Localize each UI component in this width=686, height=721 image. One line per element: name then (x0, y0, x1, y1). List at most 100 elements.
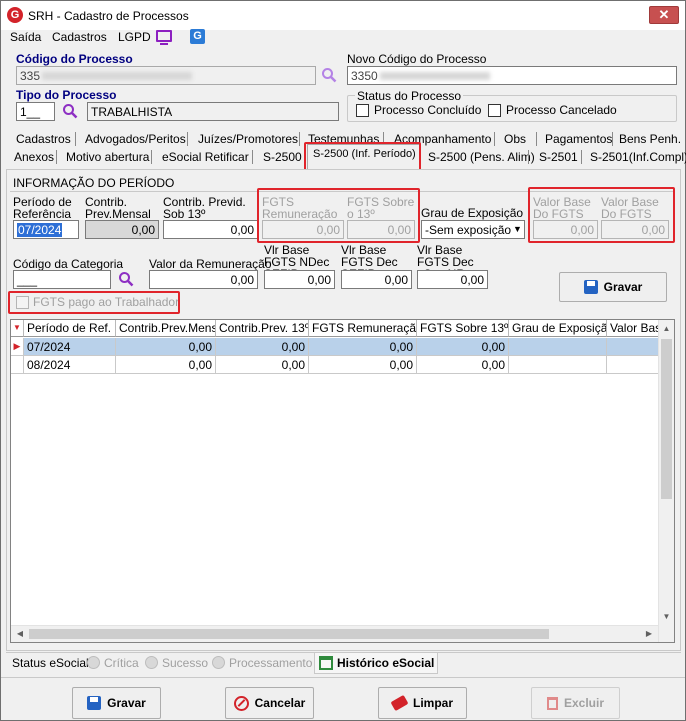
table-cell[interactable]: 0,00 (309, 356, 417, 374)
tab-obs[interactable]: Obs (504, 131, 526, 148)
h-scroll-thumb[interactable] (29, 629, 549, 639)
table-cell[interactable]: 0,00 (216, 356, 309, 374)
historico-esocial-button[interactable]: Histórico eSocial (314, 652, 438, 674)
tab-separator (581, 150, 582, 164)
periodo-grid[interactable]: ▼ Período de Ref. Contrib.Prev.Mensal Co… (10, 319, 675, 643)
table-cell[interactable]: 0,00 (116, 356, 216, 374)
table-cell[interactable]: 0,00 (417, 356, 509, 374)
save-icon (87, 696, 102, 710)
scroll-right-icon[interactable]: ▶ (642, 626, 656, 642)
save-icon (583, 280, 598, 294)
contrib-13-field[interactable]: 0,00 (163, 220, 258, 239)
trash-icon (546, 696, 558, 710)
highlight-tab (304, 142, 421, 171)
sucesso-radio (145, 656, 158, 669)
tab-s2501[interactable]: S-2501 (539, 149, 578, 166)
tab-juizes[interactable]: Juízes/Promotores (198, 131, 298, 148)
tab-cadastros[interactable]: Cadastros (16, 131, 71, 148)
grid-col-contrib-mensal[interactable]: Contrib.Prev.Mensal (116, 320, 216, 337)
gravar-periodo-button[interactable]: Gravar (559, 272, 667, 302)
tab-s2500[interactable]: S-2500 (263, 149, 302, 166)
vb-dec-field[interactable]: 0,00 (341, 270, 412, 289)
status-group-title: Status do Processo (355, 89, 464, 103)
table-cell[interactable] (509, 356, 607, 374)
highlight-fgts (257, 188, 420, 243)
vb-esoc-field[interactable]: 0,00 (417, 270, 488, 289)
table-cell[interactable] (607, 338, 659, 356)
tab-esocial-retificar[interactable]: eSocial Retificar (162, 149, 249, 166)
horizontal-scrollbar[interactable]: ◀ ▶ (11, 625, 658, 642)
table-cell[interactable]: 0,00 (417, 338, 509, 356)
vb-ndec-field[interactable]: 0,00 (264, 270, 335, 289)
section-title: INFORMAÇÃO DO PERÍODO (13, 176, 175, 190)
table-cell[interactable]: 0,00 (216, 338, 309, 356)
cat-search-icon[interactable] (118, 271, 134, 287)
novo-codigo-field[interactable]: 3350 (347, 66, 677, 85)
table-cell[interactable] (607, 356, 659, 374)
grid-col-valor-base[interactable]: Valor Base (607, 320, 659, 337)
processo-concluido-label: Processo Concluído (374, 103, 482, 117)
tipo-search-icon[interactable] (62, 103, 78, 119)
tipo-processo-desc: TRABALHISTA (87, 102, 339, 121)
tab-anexos[interactable]: Anexos (14, 149, 54, 166)
menu-item-saida[interactable]: Saída (10, 30, 41, 44)
monitor-icon[interactable] (156, 30, 172, 42)
codigo-processo-field[interactable]: 335 (16, 66, 316, 85)
close-button[interactable]: ✕ (649, 6, 679, 24)
tab-bens-penh[interactable]: Bens Penh. (619, 131, 681, 148)
grid-indicator-header: ▼ (11, 320, 24, 337)
cancel-icon (233, 695, 249, 711)
highlight-fgts-pago (8, 291, 180, 314)
tab-s2500-pens-alim[interactable]: S-2500 (Pens. Alim) (428, 149, 535, 166)
valor-rem-label: Valor da Remuneração (149, 257, 272, 271)
tab-advogados[interactable]: Advogados/Peritos (85, 131, 186, 148)
tipo-processo-label: Tipo do Processo (16, 88, 117, 102)
grid-col-fgts-13[interactable]: FGTS Sobre 13º (417, 320, 509, 337)
table-cell[interactable]: 08/2024 (24, 356, 116, 374)
table-cell[interactable] (509, 338, 607, 356)
contrib-mensal-field[interactable]: 0,00 (85, 220, 159, 239)
tipo-processo-code[interactable]: 1__ (16, 102, 55, 121)
processo-cancelado-checkbox[interactable] (488, 104, 501, 117)
grid-col-fgts-rem[interactable]: FGTS Remuneração (309, 320, 417, 337)
valor-rem-field[interactable]: 0,00 (149, 270, 258, 289)
menu-item-lgpd[interactable]: LGPD (118, 30, 151, 44)
clear-button[interactable]: Limpar (378, 687, 467, 719)
window-title: SRH - Cadastro de Processos (28, 9, 189, 23)
eraser-icon (390, 694, 409, 712)
codigo-processo-label: Código do Processo (16, 52, 133, 66)
grid-col-contrib-13[interactable]: Contrib.Prev. 13º (216, 320, 309, 337)
save-button[interactable]: Gravar (72, 687, 161, 719)
title-bar: G SRH - Cadastro de Processos ✕ (1, 1, 685, 30)
scroll-down-icon[interactable]: ▼ (659, 608, 674, 625)
g-brand-icon[interactable]: G (190, 29, 205, 44)
search-icon[interactable] (321, 67, 337, 83)
tab-pagamentos[interactable]: Pagamentos (545, 131, 612, 148)
tab-s2501-inf-compl[interactable]: S-2501(Inf.Compl) (590, 149, 686, 166)
processo-cancelado-label: Processo Cancelado (506, 103, 617, 117)
history-icon (319, 656, 333, 670)
scroll-left-icon[interactable]: ◀ (13, 626, 27, 642)
cancel-button[interactable]: Cancelar (225, 687, 314, 719)
delete-button: Excluir (531, 687, 620, 719)
table-cell[interactable]: 0,00 (309, 338, 417, 356)
periodo-ref-field[interactable]: 07/2024 (13, 220, 79, 239)
main-window: G SRH - Cadastro de Processos ✕ Saída Ca… (0, 0, 686, 721)
cat-field[interactable]: ___ (13, 270, 111, 289)
chevron-down-icon[interactable]: ▼ (511, 221, 524, 238)
tab-separator (612, 132, 613, 146)
grid-col-periodo[interactable]: Período de Ref. (24, 320, 116, 337)
vertical-scrollbar[interactable]: ▲ ▼ (658, 320, 674, 642)
grau-select[interactable]: -Sem exposição a (421, 220, 525, 239)
menu-item-cadastros[interactable]: Cadastros (52, 30, 107, 44)
grid-col-grau[interactable]: Grau de Exposição (509, 320, 607, 337)
tab-separator (536, 132, 537, 146)
processo-concluido-checkbox[interactable] (356, 104, 369, 117)
table-cell[interactable]: 0,00 (116, 338, 216, 356)
scroll-up-icon[interactable]: ▲ (659, 320, 674, 337)
novo-codigo-label: Novo Código do Processo (347, 52, 487, 66)
scroll-thumb[interactable] (661, 339, 672, 499)
tab-motivo-abertura[interactable]: Motivo abertura (66, 149, 149, 166)
grau-label: Grau de Exposição (421, 206, 524, 220)
table-cell[interactable]: 07/2024 (24, 338, 116, 356)
